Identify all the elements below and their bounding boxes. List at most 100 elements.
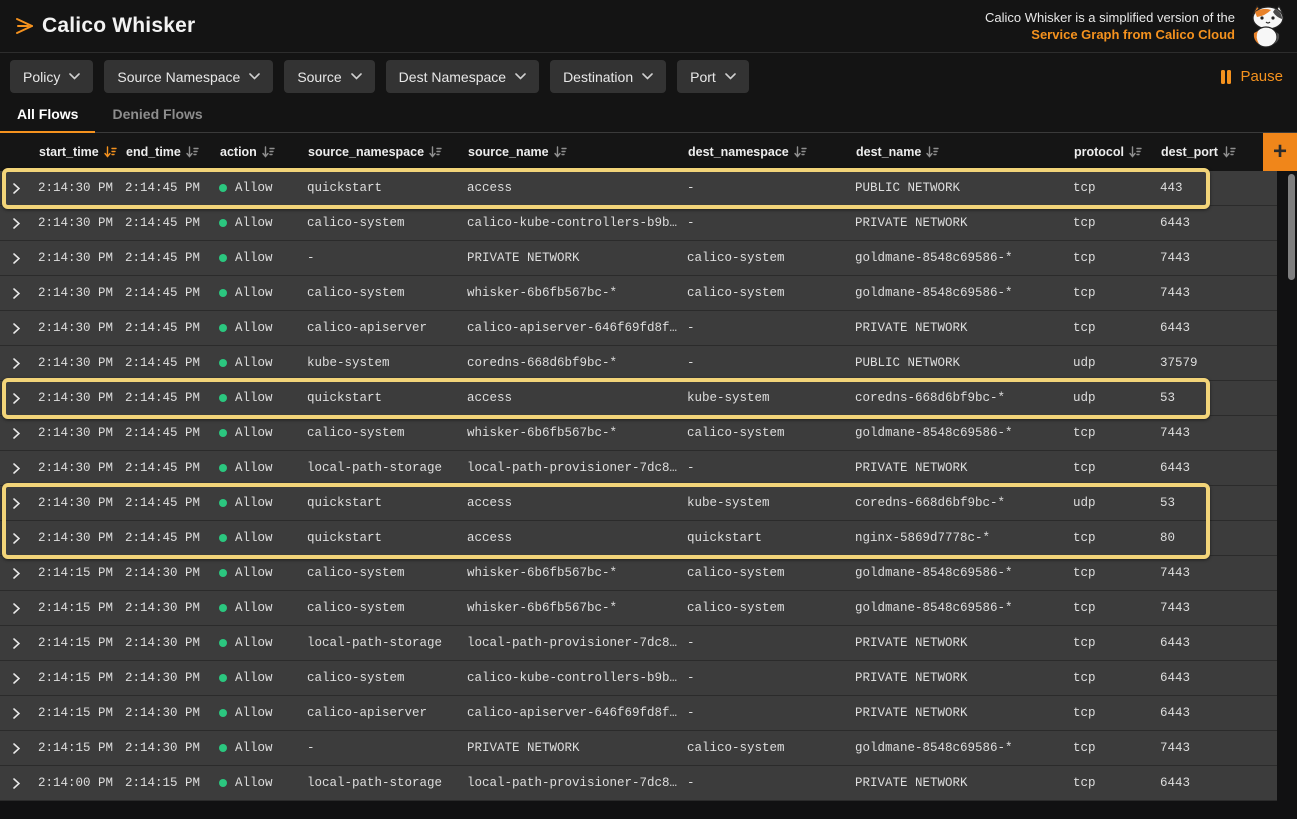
row-expand-button[interactable] bbox=[0, 323, 38, 334]
table-row[interactable]: 2:14:30 PM 2:14:45 PM Allow quickstart a… bbox=[0, 381, 1277, 416]
row-expand-button[interactable] bbox=[0, 358, 38, 369]
filter-chip-destination[interactable]: Destination bbox=[550, 60, 666, 93]
pause-button[interactable]: Pause bbox=[1220, 68, 1283, 85]
column-header-dest_name[interactable]: dest_name bbox=[855, 133, 1073, 171]
cell-dest-port: 443 bbox=[1160, 181, 1277, 195]
column-header-source_name[interactable]: source_name bbox=[467, 133, 687, 171]
table-row[interactable]: 2:14:30 PM 2:14:45 PM Allow - PRIVATE NE… bbox=[0, 241, 1277, 276]
cell-protocol: tcp bbox=[1073, 461, 1160, 475]
column-header-dest_port[interactable]: dest_port bbox=[1160, 133, 1277, 171]
column-header-source_namespace[interactable]: source_namespace bbox=[307, 133, 467, 171]
cell-source-name: whisker-6b6fb567bc-* bbox=[467, 601, 687, 615]
cell-source-namespace: local-path-storage bbox=[307, 776, 467, 790]
cell-action: Allow bbox=[219, 286, 307, 300]
row-expand-button[interactable] bbox=[0, 603, 38, 614]
column-header-action[interactable]: action bbox=[219, 133, 307, 171]
cell-end-time: 2:14:45 PM bbox=[125, 181, 219, 195]
column-header-protocol[interactable]: protocol bbox=[1073, 133, 1160, 171]
row-expand-button[interactable] bbox=[0, 673, 38, 684]
table-row[interactable]: 2:14:15 PM 2:14:30 PM Allow - PRIVATE NE… bbox=[0, 731, 1277, 766]
cell-dest-namespace: - bbox=[687, 636, 855, 650]
row-expand-button[interactable] bbox=[0, 218, 38, 229]
chevron-right-icon bbox=[13, 463, 20, 474]
cell-dest-namespace: - bbox=[687, 181, 855, 195]
row-expand-button[interactable] bbox=[0, 393, 38, 404]
cell-dest-port: 6443 bbox=[1160, 776, 1277, 790]
table-row[interactable]: 2:14:30 PM 2:14:45 PM Allow quickstart a… bbox=[0, 171, 1277, 206]
cell-end-time: 2:14:45 PM bbox=[125, 251, 219, 265]
table-row[interactable]: 2:14:00 PM 2:14:15 PM Allow local-path-s… bbox=[0, 766, 1277, 801]
cell-source-namespace: quickstart bbox=[307, 391, 467, 405]
cell-protocol: tcp bbox=[1073, 706, 1160, 720]
table-row[interactable]: 2:14:30 PM 2:14:45 PM Allow calico-syste… bbox=[0, 416, 1277, 451]
table-row[interactable]: 2:14:30 PM 2:14:45 PM Allow calico-apise… bbox=[0, 311, 1277, 346]
table-row[interactable]: 2:14:30 PM 2:14:45 PM Allow local-path-s… bbox=[0, 451, 1277, 486]
vertical-scrollbar-thumb[interactable] bbox=[1288, 174, 1295, 280]
column-header-start_time[interactable]: start_time bbox=[38, 133, 125, 171]
row-expand-button[interactable] bbox=[0, 568, 38, 579]
table-header: start_time end_time action bbox=[0, 133, 1297, 171]
cell-end-time: 2:14:45 PM bbox=[125, 496, 219, 510]
table-row[interactable]: 2:14:30 PM 2:14:45 PM Allow calico-syste… bbox=[0, 276, 1277, 311]
action-label: Allow bbox=[235, 216, 273, 230]
cell-dest-port: 7443 bbox=[1160, 251, 1277, 265]
row-expand-button[interactable] bbox=[0, 463, 38, 474]
service-graph-link[interactable]: Service Graph from Calico Cloud bbox=[985, 26, 1235, 43]
cell-start-time: 2:14:30 PM bbox=[38, 426, 125, 440]
allow-status-dot bbox=[219, 464, 227, 472]
column-header-label: protocol bbox=[1074, 145, 1124, 159]
cell-protocol: tcp bbox=[1073, 251, 1160, 265]
row-expand-button[interactable] bbox=[0, 428, 38, 439]
filter-chip-source-namespace[interactable]: Source Namespace bbox=[104, 60, 273, 93]
filter-chip-port[interactable]: Port bbox=[677, 60, 749, 93]
cell-source-namespace: kube-system bbox=[307, 356, 467, 370]
table-row[interactable]: 2:14:15 PM 2:14:30 PM Allow calico-apise… bbox=[0, 696, 1277, 731]
cell-action: Allow bbox=[219, 251, 307, 265]
filter-chip-dest-namespace[interactable]: Dest Namespace bbox=[386, 60, 539, 93]
column-header-end_time[interactable]: end_time bbox=[125, 133, 219, 171]
row-expand-button[interactable] bbox=[0, 638, 38, 649]
chevron-right-icon bbox=[13, 603, 20, 614]
row-expand-button[interactable] bbox=[0, 498, 38, 509]
table-row[interactable]: 2:14:15 PM 2:14:30 PM Allow local-path-s… bbox=[0, 626, 1277, 661]
table-row[interactable]: 2:14:15 PM 2:14:30 PM Allow calico-syste… bbox=[0, 556, 1277, 591]
cell-protocol: udp bbox=[1073, 496, 1160, 510]
filter-chip-source[interactable]: Source bbox=[284, 60, 374, 93]
cell-action: Allow bbox=[219, 321, 307, 335]
cell-source-namespace: - bbox=[307, 251, 467, 265]
column-header-dest_namespace[interactable]: dest_namespace bbox=[687, 133, 855, 171]
tab-denied-flows[interactable]: Denied Flows bbox=[95, 106, 219, 132]
table-row[interactable]: 2:14:15 PM 2:14:30 PM Allow calico-syste… bbox=[0, 661, 1277, 696]
row-expand-button[interactable] bbox=[0, 183, 38, 194]
cell-dest-namespace: quickstart bbox=[687, 531, 855, 545]
cell-source-name: whisker-6b6fb567bc-* bbox=[467, 286, 687, 300]
filter-chip-label: Port bbox=[690, 69, 716, 85]
filter-chip-policy[interactable]: Policy bbox=[10, 60, 93, 93]
cell-action: Allow bbox=[219, 776, 307, 790]
row-expand-button[interactable] bbox=[0, 708, 38, 719]
table-row[interactable]: 2:14:30 PM 2:14:45 PM Allow kube-system … bbox=[0, 346, 1277, 381]
cell-dest-namespace: - bbox=[687, 216, 855, 230]
table-row[interactable]: 2:14:30 PM 2:14:45 PM Allow quickstart a… bbox=[0, 486, 1277, 521]
table-row[interactable]: 2:14:30 PM 2:14:45 PM Allow calico-syste… bbox=[0, 206, 1277, 241]
cell-action: Allow bbox=[219, 706, 307, 720]
row-expand-button[interactable] bbox=[0, 778, 38, 789]
row-expand-button[interactable] bbox=[0, 533, 38, 544]
tab-all-flows[interactable]: All Flows bbox=[0, 106, 95, 132]
chevron-right-icon bbox=[13, 428, 20, 439]
action-label: Allow bbox=[235, 286, 273, 300]
action-label: Allow bbox=[235, 321, 273, 335]
table-row[interactable]: 2:14:15 PM 2:14:30 PM Allow calico-syste… bbox=[0, 591, 1277, 626]
row-expand-button[interactable] bbox=[0, 743, 38, 754]
cell-protocol: tcp bbox=[1073, 286, 1160, 300]
row-expand-button[interactable] bbox=[0, 288, 38, 299]
brand: Calico Whisker bbox=[14, 14, 195, 38]
row-expand-button[interactable] bbox=[0, 253, 38, 264]
chevron-right-icon bbox=[13, 533, 20, 544]
cell-action: Allow bbox=[219, 426, 307, 440]
cell-end-time: 2:14:30 PM bbox=[125, 601, 219, 615]
allow-status-dot bbox=[219, 604, 227, 612]
add-column-button[interactable]: + bbox=[1263, 133, 1297, 171]
table-row[interactable]: 2:14:30 PM 2:14:45 PM Allow quickstart a… bbox=[0, 521, 1277, 556]
chevron-right-icon bbox=[13, 708, 20, 719]
